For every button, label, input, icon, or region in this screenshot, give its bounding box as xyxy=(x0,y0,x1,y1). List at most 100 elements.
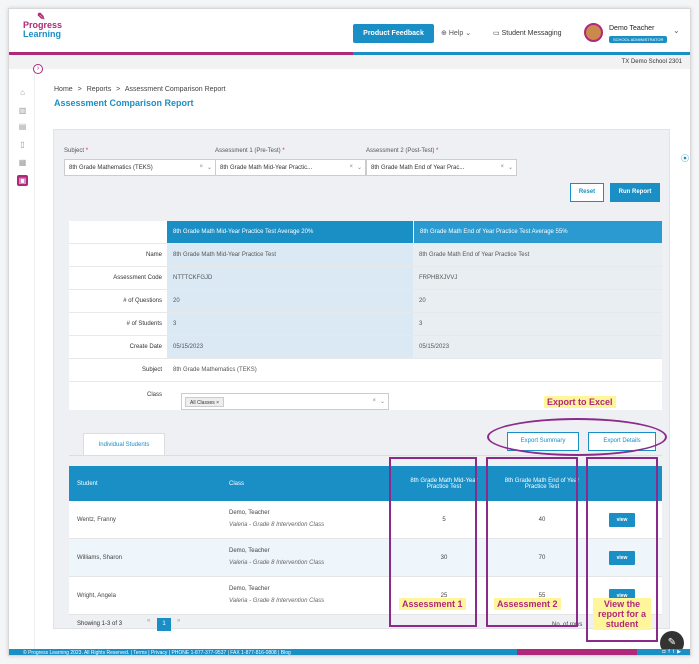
breadcrumb-reports[interactable]: Reports xyxy=(87,86,112,93)
run-report-button[interactable]: Run Report xyxy=(610,183,660,202)
row-a2: 05/15/2023 xyxy=(413,336,662,358)
calendar-icon[interactable]: ▦ xyxy=(17,157,28,168)
assessment1-label: Assessment 1 (Pre-Test) * xyxy=(215,148,285,154)
col-student[interactable]: Student xyxy=(77,466,98,501)
microphone-icon[interactable]: ⦿ xyxy=(681,153,689,165)
assessment2-value: 8th Grade Math End of Year Prac... xyxy=(371,165,465,171)
assessment1-select[interactable]: 8th Grade Math Mid-Year Practic... × ⌄ xyxy=(215,159,366,176)
building-icon[interactable]: ▥ xyxy=(17,105,28,116)
footer: © Progress Learning 2023. All Rights Res… xyxy=(9,649,690,656)
comparison-row: Assessment Code NTTTCKFGJD FRPHBXJVVJ xyxy=(69,267,662,290)
page-prev-button[interactable]: « xyxy=(147,618,150,624)
page-next-button[interactable]: » xyxy=(177,618,180,624)
row-label: Create Date xyxy=(129,344,162,350)
reports-icon[interactable]: ▣ xyxy=(17,175,28,186)
footer-pink-bar xyxy=(517,649,637,655)
clear-icon[interactable]: × xyxy=(372,398,376,404)
row-a2: FRPHBXJVVJ xyxy=(413,267,662,289)
sidebar-toggle-icon[interactable]: › xyxy=(33,64,43,74)
row-label: # of Students xyxy=(126,321,162,327)
assessment2-select[interactable]: 8th Grade Math End of Year Prac... × ⌄ xyxy=(366,159,517,176)
class-name: Valeria - Grade 8 Intervention Class xyxy=(229,560,325,566)
user-name[interactable]: Demo Teacher xyxy=(609,25,654,32)
row-label: Subject xyxy=(141,367,162,373)
avatar[interactable] xyxy=(584,23,603,42)
comparison-header: 8th Grade Math Mid-Year Practice Test Av… xyxy=(69,221,662,244)
breadcrumb-sep: > xyxy=(77,86,82,93)
messaging-label: Student Messaging xyxy=(501,30,562,37)
comparison-row: Name 8th Grade Math Mid-Year Practice Te… xyxy=(69,244,662,267)
footer-phone: PHONE 1-877-377-9537 xyxy=(171,650,227,656)
comparison-row: Create Date 05/15/2023 05/15/2023 xyxy=(69,336,662,359)
footer-fax: FAX 1-877-816-0808 xyxy=(230,650,277,656)
row-a2: 20 xyxy=(413,290,662,312)
comparison-row: # of Students 3 3 xyxy=(69,313,662,336)
message-icon: ▭ xyxy=(493,30,500,37)
comparison-row: # of Questions 20 20 xyxy=(69,290,662,313)
help-label: Help xyxy=(448,30,464,37)
chevron-down-icon[interactable]: ⌄ xyxy=(357,164,362,171)
chevron-down-icon[interactable]: ⌄ xyxy=(207,164,212,171)
page-title: Assessment Comparison Report xyxy=(54,98,194,108)
page-button-current[interactable]: 1 xyxy=(157,618,171,631)
reset-button[interactable]: Reset xyxy=(570,183,604,202)
header-assessment2: 8th Grade Math End of Year Practice Test… xyxy=(413,221,662,243)
breadcrumb: Home > Reports > Assessment Comparison R… xyxy=(54,86,229,93)
clear-icon[interactable]: × xyxy=(500,164,504,170)
help-icon: ⊕ xyxy=(441,30,447,37)
logo[interactable]: ✎ Progress Learning xyxy=(23,13,62,39)
tab-individual-students[interactable]: Individual Students xyxy=(83,433,165,455)
student-name: Williams, Sharon xyxy=(77,555,123,561)
comparison-table: 8th Grade Math Mid-Year Practice Test Av… xyxy=(69,221,662,410)
home-icon[interactable]: ⌂ xyxy=(17,87,28,98)
annotation-export-oval xyxy=(487,418,667,456)
row-label: Class xyxy=(146,392,162,398)
clear-icon[interactable]: × xyxy=(199,164,203,170)
col-class[interactable]: Class xyxy=(229,466,244,501)
row-a2: 8th Grade Math End of Year Practice Test xyxy=(413,244,662,266)
row-a1: 8th Grade Math Mid-Year Practice Test xyxy=(167,244,413,266)
youtube-icon[interactable]: ▶ xyxy=(677,649,684,655)
annotation-export-to-excel: Export to Excel xyxy=(544,396,616,408)
chevron-down-icon[interactable]: ⌄ xyxy=(380,398,385,405)
annotation-assessment2: Assessment 2 xyxy=(494,598,561,610)
row-a1: 20 xyxy=(167,290,413,312)
footer-terms-link[interactable]: Terms xyxy=(133,650,147,655)
row-a1: 05/15/2023 xyxy=(167,336,413,358)
class-chip[interactable]: All Classes × xyxy=(185,397,225,407)
row-a2: 3 xyxy=(413,313,662,335)
student-name: Wright, Angela xyxy=(77,593,116,599)
inbox-icon[interactable]: ▤ xyxy=(17,121,28,132)
class-select[interactable]: All Classes × × ⌄ xyxy=(181,393,389,410)
close-icon[interactable]: × xyxy=(216,400,219,406)
user-menu-chevron-icon[interactable]: ⌄ xyxy=(673,26,680,35)
assessment1-value: 8th Grade Math Mid-Year Practic... xyxy=(220,165,313,171)
footer-copyright: © Progress Learning 2023. All Rights Res… xyxy=(23,650,130,656)
breadcrumb-current: Assessment Comparison Report xyxy=(124,86,226,93)
sidebar: ⌂ ▥ ▤ ▯ ▦ ▣ xyxy=(9,69,35,649)
footer-blog-link[interactable]: Blog xyxy=(281,650,291,655)
user-role-badge: SCHOOL ADMINISTRATOR xyxy=(609,36,668,43)
footer-links: © Progress Learning 2023. All Rights Res… xyxy=(23,650,291,656)
breadcrumb-sep: > xyxy=(116,86,121,93)
class-name: Valeria - Grade 8 Intervention Class xyxy=(229,522,325,528)
app-window: ✎ Progress Learning Product Feedback ⊕ H… xyxy=(8,8,691,656)
row-label: # of Questions xyxy=(123,298,162,304)
chevron-down-icon[interactable]: ⌄ xyxy=(508,164,513,171)
class-teacher: Demo, Teacher xyxy=(229,586,270,592)
subject-select[interactable]: 8th Grade Mathematics (TEKS) × ⌄ xyxy=(64,159,216,176)
student-messaging-link[interactable]: ▭ Student Messaging xyxy=(493,29,562,37)
subject-value: 8th Grade Mathematics (TEKS) xyxy=(167,359,662,381)
assessment2-label: Assessment 2 (Post-Test) * xyxy=(366,148,439,154)
footer-privacy-link[interactable]: Privacy xyxy=(151,650,167,655)
class-teacher: Demo, Teacher xyxy=(229,510,270,516)
book-icon[interactable]: ▯ xyxy=(17,139,28,150)
product-feedback-button[interactable]: Product Feedback xyxy=(353,24,434,43)
breadcrumb-home[interactable]: Home xyxy=(54,86,73,93)
help-menu[interactable]: ⊕ Help ⌄ xyxy=(441,29,471,37)
subject-value: 8th Grade Mathematics (TEKS) xyxy=(69,165,153,171)
chip-label: All Classes xyxy=(190,400,215,406)
class-teacher: Demo, Teacher xyxy=(229,548,270,554)
clear-icon[interactable]: × xyxy=(349,164,353,170)
subject-label: Subject * xyxy=(64,148,89,154)
